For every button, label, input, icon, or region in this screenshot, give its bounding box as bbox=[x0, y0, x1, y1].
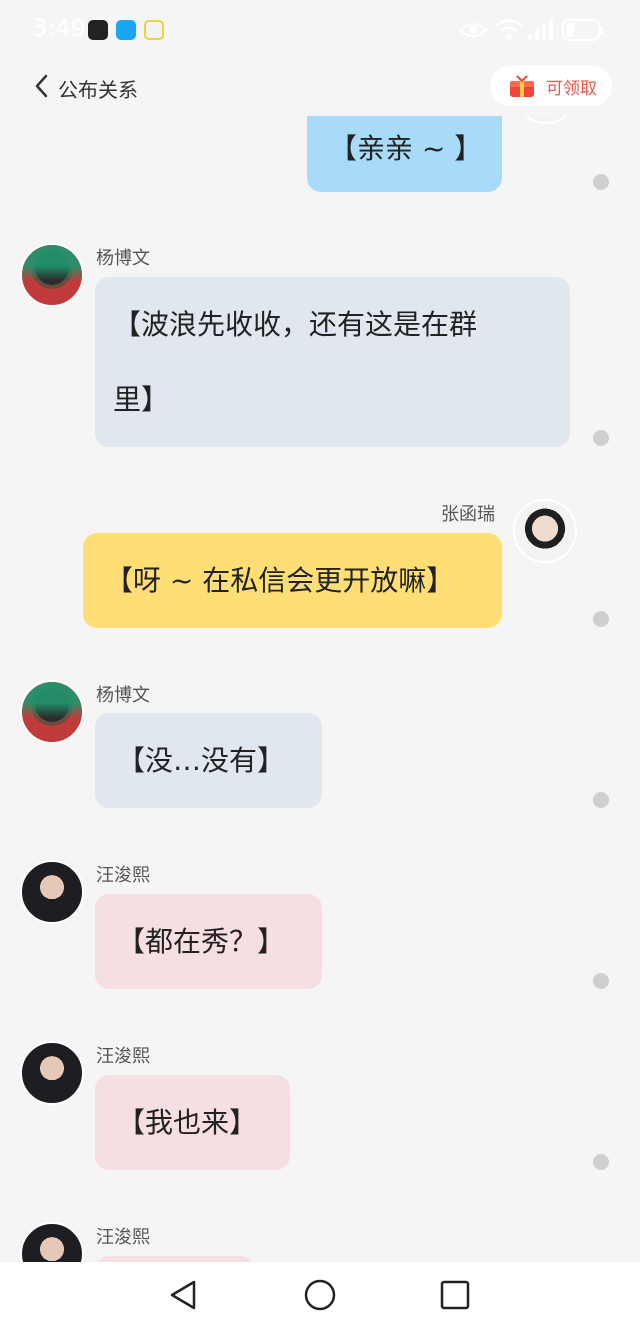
status-time: 3:49 bbox=[32, 14, 86, 42]
message-bubble[interactable]: 【波浪先收收，还有这是在群 里】 bbox=[95, 277, 570, 447]
chat-app-icon bbox=[88, 20, 108, 40]
home-circle-icon[interactable] bbox=[302, 1277, 338, 1313]
sender-name: 汪浚熙 bbox=[96, 1046, 150, 1067]
sender-name: 汪浚熙 bbox=[96, 1227, 150, 1248]
status-bar: 3:49 bbox=[0, 0, 640, 60]
reward-button[interactable]: 可领取 bbox=[490, 66, 612, 106]
chat-header: 公布关系 可领取 bbox=[0, 60, 640, 116]
sender-name: 张函瑞 bbox=[441, 504, 495, 525]
wifi-icon bbox=[495, 19, 523, 40]
message-status-dot bbox=[593, 973, 609, 989]
yang-bowen-avatar[interactable] bbox=[20, 243, 84, 307]
page-title: 公布关系 bbox=[58, 78, 138, 102]
message-bubble[interactable]: 【呀 ~ 在私信会更开放嘛】 bbox=[83, 533, 502, 628]
message-status-dot bbox=[593, 174, 609, 190]
recents-square-icon[interactable] bbox=[437, 1277, 473, 1313]
message-text: 【呀 ~ 在私信会更开放嘛】 bbox=[105, 564, 455, 597]
yang-bowen-avatar[interactable] bbox=[20, 680, 84, 744]
message-bubble[interactable]: 【我也来】 bbox=[95, 1075, 290, 1170]
chevron-left-icon[interactable] bbox=[30, 72, 54, 100]
message-status-dot bbox=[593, 611, 609, 627]
message-status-dot bbox=[593, 792, 609, 808]
sender-name: 杨博文 bbox=[96, 685, 150, 706]
wang-junxi-avatar[interactable] bbox=[20, 860, 84, 924]
wang-junxi-avatar[interactable] bbox=[20, 1041, 84, 1105]
system-nav-bar bbox=[0, 1262, 640, 1330]
sender-name: 杨博文 bbox=[96, 248, 150, 269]
message-bubble[interactable]: 【没…没有】 bbox=[95, 713, 322, 808]
signal-icon bbox=[528, 19, 553, 40]
message-text: 【没…没有】 bbox=[117, 744, 286, 777]
message-status-dot bbox=[593, 1154, 609, 1170]
battery-icon bbox=[562, 19, 603, 41]
search-app-icon bbox=[116, 20, 136, 40]
message-status-dot bbox=[593, 430, 609, 446]
message-text-line: 里】 bbox=[113, 383, 170, 416]
message-text: 【亲亲 ~ 】 bbox=[329, 132, 483, 165]
message-text-line: 【波浪先收收，还有这是在群 bbox=[113, 308, 478, 341]
reward-label: 可领取 bbox=[546, 78, 597, 99]
back-triangle-icon[interactable] bbox=[166, 1277, 202, 1313]
red-envelope-icon bbox=[510, 75, 534, 97]
tulip-app-icon bbox=[144, 20, 164, 40]
wang-junxi-avatar[interactable] bbox=[20, 1222, 84, 1262]
message-text: 【我也来】 bbox=[117, 1106, 258, 1139]
eye-icon bbox=[458, 23, 488, 37]
message-bubble[interactable]: 【都在秀？】 bbox=[95, 894, 322, 989]
chat-message-list[interactable]: 【亲亲 ~ 】 杨博文 【波浪先收收，还有这是在群 里】 张函瑞 【呀 ~ 在私… bbox=[0, 116, 640, 1262]
message-text: 【都在秀？】 bbox=[117, 925, 286, 958]
partial-avatar[interactable] bbox=[514, 116, 578, 124]
message-bubble[interactable]: 【亲亲 ~ 】 bbox=[307, 116, 502, 192]
sender-name: 汪浚熙 bbox=[96, 865, 150, 886]
zhang-hanrui-avatar[interactable] bbox=[513, 499, 577, 563]
